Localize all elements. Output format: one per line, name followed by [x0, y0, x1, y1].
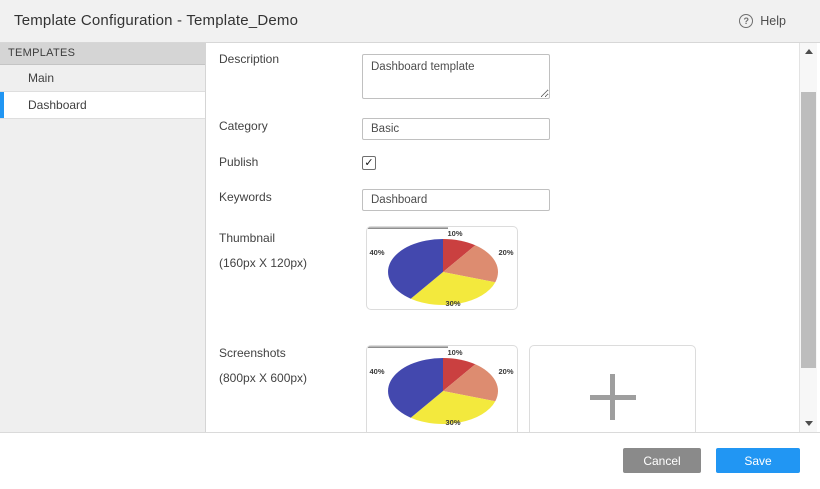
scroll-up-icon[interactable]	[805, 49, 813, 54]
help-button[interactable]: ? Help	[739, 0, 786, 42]
description-label: Description	[219, 52, 279, 66]
sidebar-header: TEMPLATES	[0, 43, 205, 65]
scrollbar-thumb[interactable]	[801, 92, 816, 368]
category-label: Category	[219, 119, 268, 133]
publish-checkbox[interactable]: ✓	[362, 156, 376, 170]
page-title: Template Configuration - Template_Demo	[14, 0, 298, 42]
checkmark-icon: ✓	[364, 157, 373, 169]
keywords-input[interactable]	[362, 189, 550, 211]
thumbnail-size-hint: (160px X 120px)	[219, 256, 307, 270]
help-icon: ?	[739, 14, 753, 28]
pie-label-20: 20%	[498, 367, 513, 376]
screenshot-image-card[interactable]: 10% 20% 30% 40%	[366, 345, 518, 432]
pie-chart-image: 10% 20% 30% 40%	[367, 227, 517, 309]
help-icon-glyph: ?	[744, 17, 750, 26]
screenshots-size-hint: (800px X 600px)	[219, 371, 307, 385]
help-label: Help	[760, 14, 786, 28]
keywords-label: Keywords	[219, 190, 272, 204]
selected-indicator	[0, 92, 4, 118]
pie-label-10: 10%	[447, 348, 462, 357]
description-textarea[interactable]: Dashboard template	[362, 54, 550, 99]
pie-label-40: 40%	[369, 367, 384, 376]
pie-label-30: 30%	[445, 299, 460, 308]
vertical-scrollbar[interactable]	[799, 43, 817, 432]
category-input[interactable]	[362, 118, 550, 140]
pie-label-30: 30%	[445, 418, 460, 427]
add-icon	[590, 374, 636, 420]
scroll-down-icon[interactable]	[805, 421, 813, 426]
header: Template Configuration - Template_Demo ?…	[0, 0, 820, 43]
sidebar-item-main[interactable]: Main	[0, 65, 205, 92]
pie-label-40: 40%	[369, 248, 384, 257]
sidebar-item-dashboard[interactable]: Dashboard	[0, 92, 205, 119]
publish-label: Publish	[219, 155, 258, 169]
save-button[interactable]: Save	[716, 448, 800, 473]
thumbnail-label: Thumbnail	[219, 231, 275, 245]
sidebar-item-label: Dashboard	[28, 98, 87, 112]
sidebar-item-label: Main	[28, 71, 54, 85]
pie-chart-image: 10% 20% 30% 40%	[367, 346, 517, 428]
sidebar: TEMPLATES Main Dashboard	[0, 43, 206, 432]
screenshots-label: Screenshots	[219, 346, 286, 360]
form-panel: Description Dashboard template Category …	[207, 43, 799, 432]
footer: Cancel Save	[0, 432, 820, 489]
pie-label-10: 10%	[447, 229, 462, 238]
cancel-button[interactable]: Cancel	[623, 448, 701, 473]
thumbnail-image-card[interactable]: 10% 20% 30% 40%	[366, 226, 518, 310]
pie-label-20: 20%	[498, 248, 513, 257]
add-screenshot-button[interactable]	[529, 345, 696, 432]
